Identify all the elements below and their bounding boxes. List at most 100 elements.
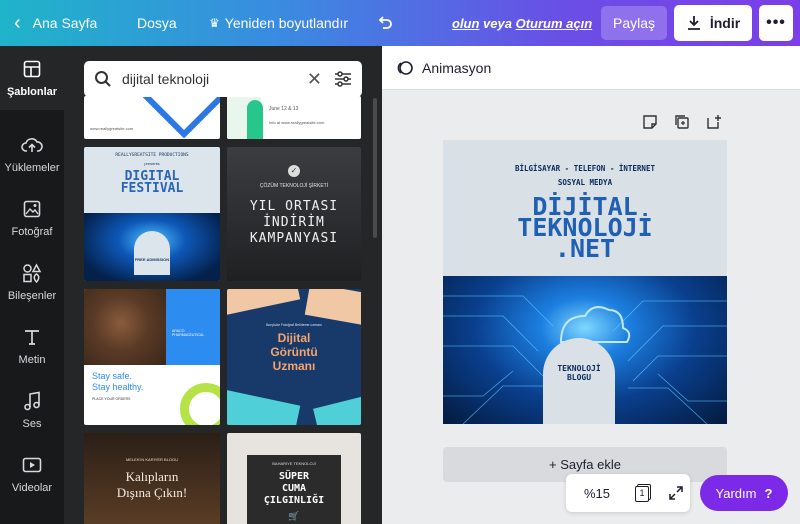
template-shape — [166, 289, 220, 365]
design-title-line: .NET — [554, 234, 616, 263]
template-title-line: Stay safe. — [92, 371, 133, 381]
animation-toolbar: Animasyon — [382, 46, 800, 90]
editor-area: Animasyon BİLGİSAYAR - TELEFON - İNTERNE… — [382, 46, 800, 524]
page-count-button[interactable]: 1 — [634, 484, 652, 502]
undo-icon — [378, 16, 392, 29]
signin-link[interactable]: Oturum açın — [516, 16, 593, 31]
resize-button[interactable]: ♛ Yeniden boyutlandır — [209, 0, 348, 46]
template-title-line: SÜPER — [278, 471, 310, 482]
template-thumbnail[interactable]: ARACO PHARMACEUTICAL Stay safe. Stay hea… — [84, 289, 220, 425]
upload-cloud-icon — [21, 134, 43, 156]
home-button[interactable]: ‹ Ana Sayfa — [14, 0, 97, 46]
more-options-button[interactable]: ••• — [759, 5, 793, 41]
template-title: Stay safe. Stay healthy. — [92, 371, 143, 393]
top-bar: ‹ Ana Sayfa Dosya ♛ Yeniden boyutlandır … — [0, 0, 800, 46]
template-title-line: Kalıpların — [125, 469, 179, 484]
file-menu-button[interactable]: Dosya — [137, 0, 177, 46]
download-button[interactable]: İndir — [674, 5, 752, 41]
rail-item-text[interactable]: Metin — [0, 314, 64, 378]
template-title-line: Uzmanı — [272, 359, 316, 373]
template-title-line: YIL ORTASI — [249, 199, 339, 214]
template-text: FREE ADMISSION — [134, 257, 170, 262]
rail-item-photos[interactable]: Fotoğraf — [0, 186, 64, 250]
template-shape — [227, 289, 301, 318]
template-thumbnail[interactable]: REALLYGREATSITE PRODUCTIONS presents DIG… — [84, 147, 220, 281]
share-button[interactable]: Paylaş — [601, 6, 667, 40]
page-tools — [642, 114, 722, 130]
template-title-line: ÇILGINLIĞI — [263, 495, 325, 506]
help-label: Yardım — [715, 485, 757, 501]
template-title-line: Dışına Çıkın! — [116, 485, 188, 500]
template-shape — [134, 231, 170, 275]
template-thumbnail[interactable]: Borçlular Fotoğraf Belirleme uzmanı Diji… — [227, 289, 361, 425]
check-icon: ✓ — [288, 165, 300, 177]
template-text: MELEK'IN KARIYER BLOGU — [125, 457, 179, 462]
template-shape — [180, 383, 220, 425]
template-thumbnail[interactable]: BAHARIYE TEKNOLOJİ SÜPER CUMA ÇILGINLIĞI… — [227, 433, 361, 524]
template-text: presents — [144, 161, 160, 166]
template-text: www.reallygreatsite.com — [90, 126, 134, 131]
template-shape — [313, 394, 361, 425]
template-text: ÇÖZÜM TEKNOLOJİ ŞİRKETİ — [259, 183, 329, 189]
animation-button[interactable]: Animasyon — [422, 60, 491, 76]
template-title: SÜPER CUMA ÇILGINLIĞI — [247, 471, 341, 507]
home-label: Ana Sayfa — [32, 15, 98, 31]
animation-icon[interactable] — [396, 59, 414, 77]
template-thumbnail[interactable]: MELEK'IN KARIYER BLOGU Kalıpların Dışına… — [84, 433, 220, 524]
download-label: İndir — [709, 15, 741, 31]
templates-panel: www.reallygreatsite.com June 12 & 13 Inf… — [64, 46, 382, 524]
template-thumbnail[interactable]: June 12 & 13 Info at www.reallygreatsite… — [227, 96, 361, 139]
template-text: Info at www.reallygreatsite.com — [269, 120, 325, 125]
rail-label: Videolar — [11, 482, 53, 494]
panel-scrollbar[interactable] — [373, 98, 377, 238]
signup-link[interactable]: olun — [452, 16, 479, 31]
blog-badge-line: TEKNOLOJİ — [557, 364, 601, 373]
template-shape — [304, 289, 361, 327]
help-icon: ? — [764, 485, 773, 501]
filter-icon[interactable] — [334, 71, 352, 87]
template-thumbnail[interactable]: ✓ ÇÖZÜM TEKNOLOJİ ŞİRKETİ YIL ORTASI İND… — [227, 147, 361, 281]
search-input[interactable]: dijital teknoloji — [122, 71, 307, 87]
page-count: 1 — [635, 486, 649, 502]
video-icon — [21, 454, 43, 476]
template-search-bar: dijital teknoloji ✕ — [84, 61, 362, 97]
rail-item-videos[interactable]: Videolar — [0, 442, 64, 506]
rail-label: Şablonlar — [6, 86, 58, 98]
resize-label: Yeniden boyutlandır — [224, 15, 349, 31]
chevron-left-icon: ‹ — [14, 12, 21, 34]
template-shape — [141, 96, 220, 139]
fullscreen-icon[interactable] — [668, 485, 684, 501]
rail-label: Bileşenler — [7, 290, 57, 302]
rail-label: Metin — [18, 354, 46, 366]
note-icon[interactable] — [642, 114, 658, 130]
design-page[interactable]: BİLGİSAYAR - TELEFON - İNTERNET SOSYAL M… — [443, 140, 727, 424]
login-separator: veya — [479, 15, 516, 31]
blog-badge-text: TEKNOLOJİ BLOGU — [543, 364, 615, 382]
rail-label: Fotoğraf — [11, 226, 53, 238]
rail-item-elements[interactable]: Bileşenler — [0, 250, 64, 314]
help-button[interactable]: Yardım ? — [700, 475, 788, 511]
zoom-controls: %15 1 — [566, 474, 690, 512]
template-title-line: Stay healthy. — [92, 382, 144, 392]
elements-icon — [21, 262, 43, 284]
rail-item-uploads[interactable]: Yüklemeler — [0, 122, 64, 186]
template-title-line: Görüntü — [270, 345, 318, 359]
download-icon — [687, 16, 700, 30]
clear-search-icon[interactable]: ✕ — [307, 69, 322, 90]
template-text: June 12 & 13 — [269, 106, 299, 112]
rail-label: Ses — [22, 418, 42, 430]
more-icon: ••• — [766, 14, 786, 31]
template-thumbnail[interactable]: www.reallygreatsite.com — [84, 96, 220, 139]
undo-button[interactable] — [376, 0, 394, 46]
duplicate-page-icon[interactable] — [674, 114, 690, 130]
rail-item-templates[interactable]: Şablonlar — [0, 46, 64, 110]
search-icon — [95, 71, 111, 87]
text-icon — [21, 326, 43, 348]
zoom-level[interactable]: %15 — [584, 486, 624, 501]
design-subtitle: BİLGİSAYAR - TELEFON - İNTERNET — [515, 164, 655, 173]
add-page-icon[interactable] — [706, 114, 722, 130]
rail-item-audio[interactable]: Ses — [0, 378, 64, 442]
template-text: Borçlular Fotoğraf Belirleme uzmanı — [266, 323, 322, 327]
template-text: ARACO PHARMACEUTICAL — [172, 329, 205, 337]
template-title-line: İNDİRİM — [263, 215, 325, 230]
